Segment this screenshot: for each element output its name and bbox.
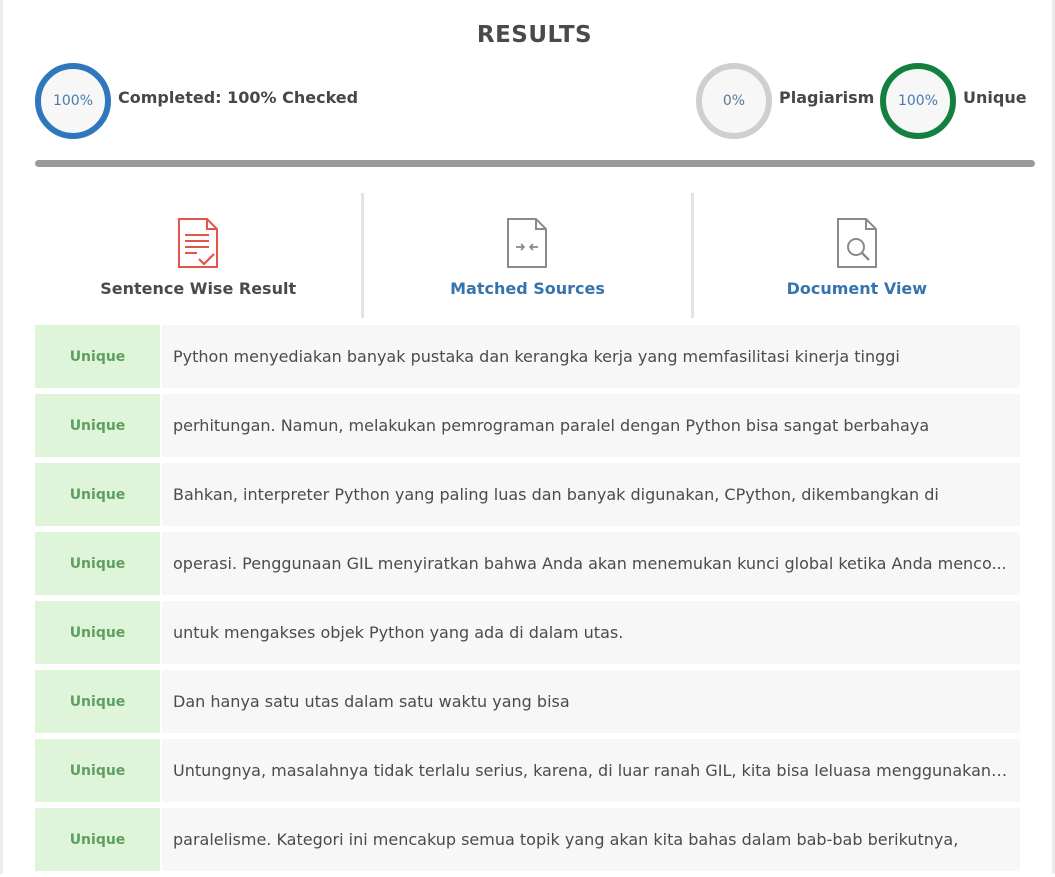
result-row: Unique Untungnya, masalahnya tidak terla… bbox=[35, 739, 1020, 802]
sentence-text-cell[interactable]: Python menyediakan banyak pustaka dan ke… bbox=[162, 325, 1020, 388]
tab-label-sentence-wise-result: Sentence Wise Result bbox=[100, 279, 297, 298]
tab-sentence-wise-result[interactable]: Sentence Wise Result bbox=[35, 193, 361, 318]
completed-ring-value: 100% bbox=[52, 93, 94, 109]
result-row: Unique Dan hanya satu utas dalam satu wa… bbox=[35, 670, 1020, 733]
result-row: Unique operasi. Penggunaan GIL menyiratk… bbox=[35, 532, 1020, 595]
sentence-text-cell[interactable]: paralelisme. Kategori ini mencakup semua… bbox=[162, 808, 1020, 871]
sentence-text: Dan hanya satu utas dalam satu waktu yan… bbox=[173, 692, 570, 711]
result-row: Unique paralelisme. Kategori ini mencaku… bbox=[35, 808, 1020, 871]
unique-label: Unique bbox=[963, 88, 1027, 107]
unique-ring: 100% bbox=[880, 63, 956, 139]
tab-label-document-view: Document View bbox=[786, 279, 928, 298]
sentence-text: Python menyediakan banyak pustaka dan ke… bbox=[173, 347, 900, 366]
result-row: Unique perhitungan. Namun, melakukan pem… bbox=[35, 394, 1020, 457]
status-badge: Unique bbox=[35, 325, 160, 388]
plagiarism-ring: 0% bbox=[696, 63, 772, 139]
sentence-text: paralelisme. Kategori ini mencakup semua… bbox=[173, 830, 959, 849]
tab-matched-sources[interactable]: Matched Sources bbox=[361, 193, 690, 318]
sentence-text: untuk mengakses objek Python yang ada di… bbox=[173, 623, 624, 642]
document-search-icon bbox=[836, 218, 877, 268]
status-badge: Unique bbox=[35, 670, 160, 733]
sentence-text-cell[interactable]: perhitungan. Namun, melakukan pemrograma… bbox=[162, 394, 1020, 457]
sentence-text-cell[interactable]: Untungnya, masalahnya tidak terlalu seri… bbox=[162, 739, 1020, 802]
sentence-text-cell[interactable]: operasi. Penggunaan GIL menyiratkan bahw… bbox=[162, 532, 1020, 595]
results-title: RESULTS bbox=[476, 22, 593, 48]
sentence-text-cell[interactable]: Dan hanya satu utas dalam satu waktu yan… bbox=[162, 670, 1020, 733]
plagiarism-label: Plagiarism bbox=[779, 88, 875, 107]
sentence-text-cell[interactable]: untuk mengakses objek Python yang ada di… bbox=[162, 601, 1020, 664]
completed-ring: 100% bbox=[35, 63, 111, 139]
status-badge: Unique bbox=[35, 601, 160, 664]
sentence-text: Bahkan, interpreter Python yang paling l… bbox=[173, 485, 939, 504]
result-row: Unique Python menyediakan banyak pustaka… bbox=[35, 325, 1020, 388]
plagiarism-ring-value: 0% bbox=[722, 93, 746, 109]
tab-document-view[interactable]: Document View bbox=[690, 193, 1020, 318]
result-row: Unique untuk mengakses objek Python yang… bbox=[35, 601, 1020, 664]
status-badge: Unique bbox=[35, 739, 160, 802]
result-tabs: Sentence Wise Result Matched Sources Doc… bbox=[35, 193, 1020, 318]
status-badge: Unique bbox=[35, 463, 160, 526]
status-badge: Unique bbox=[35, 394, 160, 457]
result-row: Unique Bahkan, interpreter Python yang p… bbox=[35, 463, 1020, 526]
sentence-results-list: Unique Python menyediakan banyak pustaka… bbox=[35, 325, 1020, 877]
page-border-left bbox=[0, 0, 3, 874]
progress-bar bbox=[35, 160, 1035, 167]
completed-label: Completed: 100% Checked bbox=[118, 88, 359, 107]
document-check-icon bbox=[178, 218, 219, 268]
status-badge: Unique bbox=[35, 532, 160, 595]
tab-label-matched-sources: Matched Sources bbox=[450, 279, 605, 298]
status-badge: Unique bbox=[35, 808, 160, 871]
sentence-text: operasi. Penggunaan GIL menyiratkan bahw… bbox=[173, 554, 1007, 573]
document-compare-icon bbox=[507, 218, 548, 268]
sentence-text-cell[interactable]: Bahkan, interpreter Python yang paling l… bbox=[162, 463, 1020, 526]
sentence-text: perhitungan. Namun, melakukan pemrograma… bbox=[173, 416, 930, 435]
unique-ring-value: 100% bbox=[897, 93, 939, 109]
sentence-text: Untungnya, masalahnya tidak terlalu seri… bbox=[173, 761, 1016, 780]
